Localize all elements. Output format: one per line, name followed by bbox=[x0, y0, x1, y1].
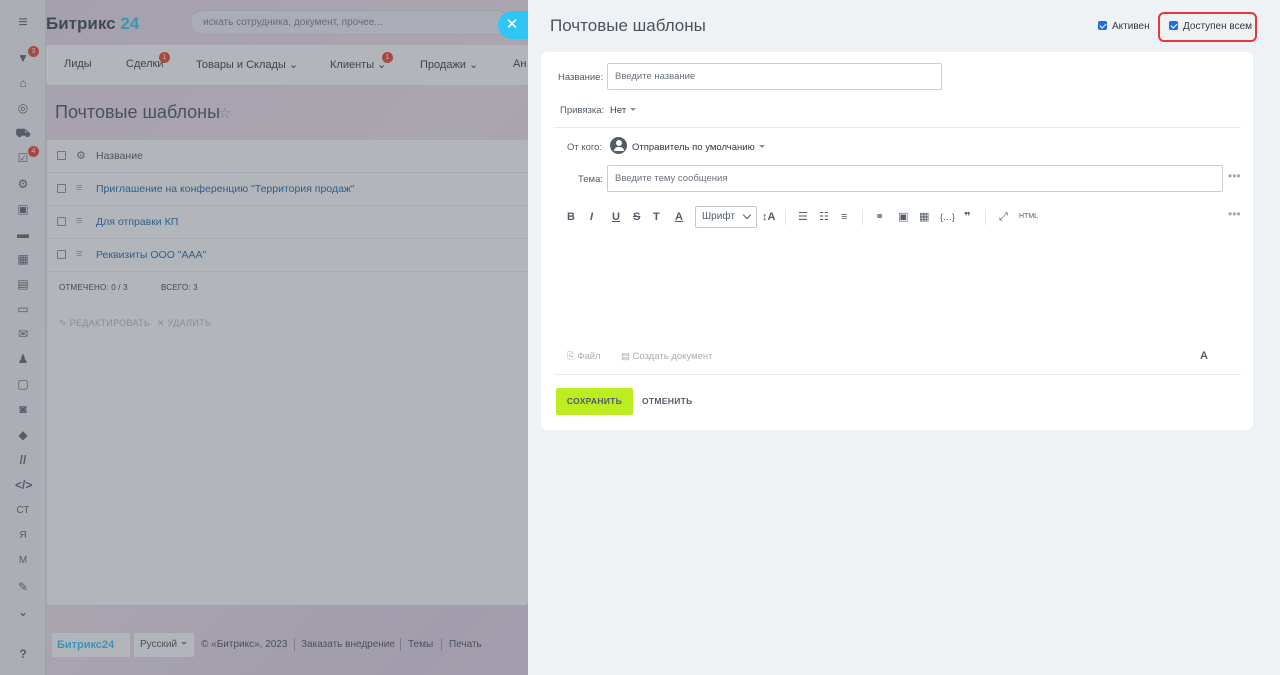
chevron-down-icon bbox=[742, 210, 752, 220]
save-button[interactable]: СОХРАНИТЬ bbox=[556, 388, 633, 415]
template-form-card: Название: Введите название Привязка: Нет… bbox=[541, 52, 1253, 430]
active-checkbox[interactable]: Активен bbox=[1098, 21, 1150, 32]
table-icon[interactable]: ▦ bbox=[919, 210, 929, 224]
name-input[interactable]: Введите название bbox=[607, 63, 942, 90]
highlight-frame bbox=[1158, 12, 1257, 42]
toolbar-divider bbox=[862, 209, 863, 225]
bold-button[interactable]: B bbox=[567, 210, 575, 224]
user-avatar-icon bbox=[610, 137, 627, 154]
bulleted-list-icon[interactable]: ☷ bbox=[819, 210, 829, 224]
subject-input[interactable]: Введите тему сообщения bbox=[607, 165, 1223, 192]
divider bbox=[554, 374, 1241, 375]
subject-label: Тема: bbox=[578, 174, 604, 185]
more-icon[interactable]: ••• bbox=[1228, 207, 1241, 221]
html-mode-button[interactable]: HTML bbox=[1019, 210, 1038, 224]
text-color-button[interactable]: A bbox=[675, 210, 683, 224]
italic-button[interactable]: I bbox=[590, 210, 593, 224]
link-icon[interactable]: ⚭ bbox=[875, 210, 884, 224]
divider bbox=[554, 127, 1241, 128]
align-icon[interactable]: ≡ bbox=[841, 210, 847, 224]
create-document-button[interactable]: ▤ Создать документ bbox=[621, 351, 713, 362]
font-size-button[interactable]: ↕A bbox=[762, 210, 775, 224]
binding-select[interactable]: Нет bbox=[610, 105, 637, 116]
fullscreen-icon[interactable]: ⤢ bbox=[999, 210, 1008, 224]
toolbar-divider bbox=[985, 209, 986, 225]
code-icon[interactable]: {…} bbox=[940, 210, 955, 224]
quote-icon[interactable]: ❞ bbox=[964, 210, 970, 224]
paperclip-icon: ⎘ bbox=[567, 351, 575, 362]
from-label: От кого: bbox=[567, 142, 603, 153]
cancel-button[interactable]: ОТМЕНИТЬ bbox=[642, 388, 693, 415]
attach-file-button[interactable]: ⎘ Файл bbox=[567, 351, 601, 362]
text-style-toggle[interactable]: A bbox=[1200, 350, 1208, 362]
dim-overlay[interactable] bbox=[0, 0, 528, 675]
active-label: Активен bbox=[1112, 21, 1150, 32]
image-icon[interactable]: ▣ bbox=[898, 210, 908, 224]
underline-button[interactable]: U bbox=[612, 210, 620, 224]
template-editor-panel: Почтовые шаблоны Активен Доступен всем Н… bbox=[528, 0, 1280, 675]
toolbar-divider bbox=[785, 209, 786, 225]
close-panel-button[interactable]: ✕ bbox=[498, 11, 528, 39]
strikethrough-button[interactable]: S bbox=[633, 210, 640, 224]
binding-label: Привязка: bbox=[560, 105, 605, 116]
font-select[interactable]: Шрифт bbox=[695, 206, 757, 228]
panel-title: Почтовые шаблоны bbox=[550, 16, 706, 35]
more-icon[interactable]: ••• bbox=[1228, 169, 1241, 183]
clear-format-button[interactable]: T bbox=[653, 210, 660, 224]
numbered-list-icon[interactable]: ☰ bbox=[798, 210, 808, 224]
checkbox-checked-icon[interactable] bbox=[1098, 21, 1107, 30]
sender-select[interactable]: Отправитель по умолчанию bbox=[632, 142, 765, 153]
document-icon: ▤ bbox=[621, 351, 630, 362]
close-icon: ✕ bbox=[505, 16, 519, 33]
name-label: Название: bbox=[558, 72, 604, 83]
editor-area[interactable] bbox=[554, 232, 1224, 340]
